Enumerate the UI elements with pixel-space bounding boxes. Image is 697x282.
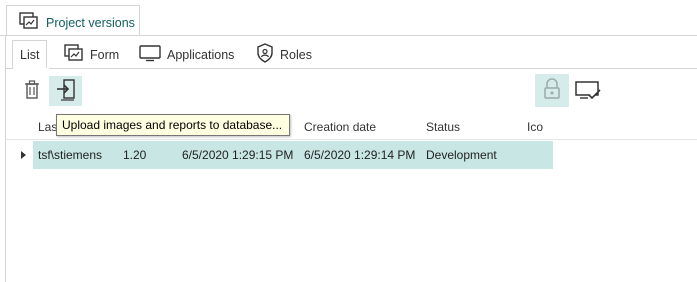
trash-icon [24,79,40,103]
screen-check-button[interactable] [573,76,603,106]
monitor-icon [139,44,161,65]
project-versions-tab[interactable]: Project versions [6,5,140,36]
column-header-icon[interactable]: Ico [527,120,543,134]
lock-button[interactable] [535,74,569,107]
tab-applications-label: Applications [167,47,235,62]
subtab-divider [5,68,697,69]
column-header-last[interactable]: Las [38,120,57,134]
tab-form-label: Form [90,47,120,62]
tab-list[interactable]: List [12,40,48,69]
cell-status: Development [426,148,497,162]
cell-creation-date: 6/5/2020 1:29:14 PM [304,148,416,162]
tab-list-label: List [20,47,40,62]
form-icon [64,44,84,65]
tab-form[interactable]: Form [64,40,119,69]
screen-check-icon [575,80,601,103]
upload-tooltip: Upload images and reports to database... [56,114,290,136]
row-expander-arrow[interactable] [21,151,26,159]
active-tab-gap [13,68,49,69]
tab-applications[interactable]: Applications [139,40,234,69]
project-versions-icon [19,12,39,30]
delete-button[interactable] [18,76,45,106]
tab-roles-label: Roles [280,47,312,62]
tab-roles[interactable]: Roles [256,40,312,69]
column-header-status[interactable]: Status [426,120,460,134]
cell-modified-date: 6/5/2020 1:29:15 PM [182,148,294,162]
lock-icon [543,78,561,103]
project-versions-tab-label: Project versions [46,16,135,30]
upload-to-database-button[interactable] [49,76,82,106]
panel-left-border [5,36,6,282]
column-header-creation-date[interactable]: Creation date [304,120,376,134]
header-divider [5,139,697,140]
shield-icon [256,43,274,66]
cell-user: tsf\stiemens [38,148,103,162]
upload-to-database-icon [56,78,76,104]
cell-version: 1.20 [123,148,147,162]
tab-strip-divider [0,35,697,36]
